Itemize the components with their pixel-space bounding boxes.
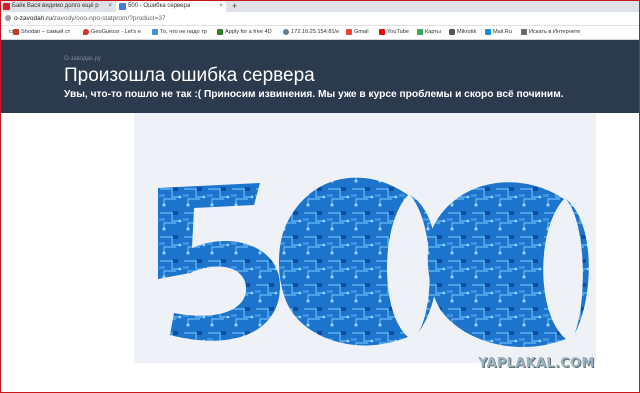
error-500-graphic (158, 177, 589, 348)
bookmark-gmail[interactable]: Gmail (345, 26, 369, 39)
page-icon (152, 29, 158, 35)
maps-icon (417, 29, 423, 35)
close-icon[interactable]: × (219, 1, 223, 12)
bookmark-label: Gmail (354, 29, 369, 35)
bookmark-label: Mikrotik (457, 29, 477, 35)
bookmark-label: Mail.Ru (493, 29, 512, 35)
error-500-illustration (134, 113, 596, 363)
digits-500 (158, 177, 589, 348)
page-icon (217, 29, 223, 35)
url-text[interactable]: o-zavodah.ru/zavody/ooo-npo-statprom/?pr… (14, 12, 166, 25)
bookmark-mailru[interactable]: Mail.Ru (484, 26, 512, 39)
bookmark-label: Искать в Интернете (529, 29, 581, 35)
shodan-icon (13, 29, 19, 35)
youtube-icon (379, 29, 385, 35)
error-header: O-заводах.ру Произошла ошибка сервера Ув… (0, 40, 640, 113)
mailru-icon (485, 29, 491, 35)
bookmark-label: То, что не надо тр (160, 29, 207, 35)
bookmark-label: 172.16.25.154:81/e (291, 29, 340, 35)
bookmark-label: YouTube (387, 29, 409, 35)
bookmark-mikrotik[interactable]: Mikrotik (448, 26, 476, 39)
address-bar[interactable]: o-zavodah.ru/zavody/ooo-npo-statprom/?pr… (0, 12, 640, 26)
url-host: o-zavodah.ru (14, 15, 52, 22)
tab-label: 500 - Ошибка сервера (128, 3, 191, 9)
globe-icon (283, 29, 289, 35)
url-path: /zavody/ooo-npo-statprom/?product=37 (51, 15, 166, 22)
page-favicon-icon (119, 3, 126, 10)
bookmark-todo[interactable]: То, что не надо тр (151, 26, 207, 39)
site-name[interactable]: O-заводах.ру (64, 56, 101, 62)
tab-label: Байк Вася видимо долго ещё р (12, 3, 99, 9)
close-icon[interactable]: × (108, 1, 112, 12)
watermark: YAPLAKAL.COM (478, 356, 595, 371)
gmail-icon (346, 29, 352, 35)
digit-5 (158, 183, 281, 341)
tab-strip: Байк Вася видимо долго ещё р × 500 - Оши… (0, 0, 640, 12)
bookmark-label: Shodan – самый ст (21, 29, 71, 35)
bookmark-label: GeoGuessr - Let's e (91, 29, 141, 35)
bookmarks-bar: cw Shodan – самый ст GeoGuessr - Let's e… (0, 26, 640, 40)
bookmark-shodan[interactable]: Shodan – самый ст (12, 26, 70, 39)
folder-icon (449, 29, 455, 35)
bookmark-apply[interactable]: Apply for a free 4D (216, 26, 272, 39)
bookmark-geoguessr[interactable]: GeoGuessr - Let's e (82, 26, 141, 39)
info-icon[interactable] (5, 15, 11, 21)
map-pin-icon (83, 29, 89, 35)
error-message: Увы, что-то пошло не так :( Приносим изв… (64, 89, 564, 100)
bookmark-search[interactable]: Искать в Интернете (520, 26, 580, 39)
bookmark-maps[interactable]: Карты (416, 26, 441, 39)
bookmark-label: Apply for a free 4D (225, 29, 272, 35)
yaplakal-favicon-icon (3, 3, 10, 10)
tab-bike[interactable]: Байк Вася видимо долго ещё р × (0, 1, 115, 12)
digit-0-second (427, 182, 589, 348)
page-title: Произошла ошибка сервера (64, 65, 315, 86)
bookmark-ip[interactable]: 172.16.25.154:81/e (282, 26, 339, 39)
page-icon (521, 29, 527, 35)
new-tab-button[interactable]: + (232, 0, 237, 12)
bookmark-label: Карты (425, 29, 441, 35)
tab-server-error[interactable]: 500 - Ошибка сервера × (116, 1, 226, 12)
digit-0-first (278, 177, 438, 346)
bookmark-youtube[interactable]: YouTube (378, 26, 409, 39)
